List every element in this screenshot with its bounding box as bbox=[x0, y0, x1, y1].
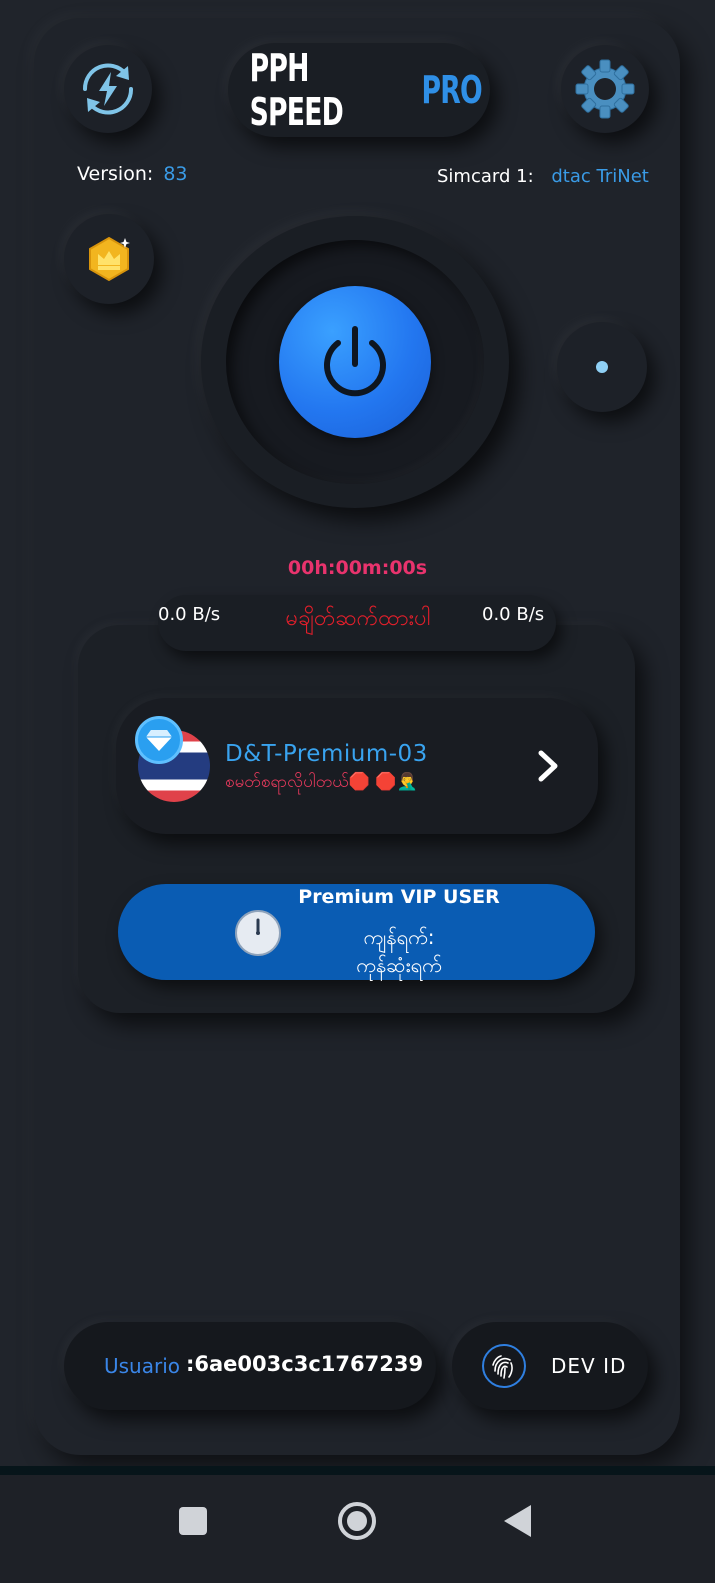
refresh-bolt-icon bbox=[82, 63, 134, 115]
diamond-badge-icon bbox=[135, 716, 183, 764]
user-label: Usuario bbox=[104, 1354, 181, 1378]
app-title-accent: PRO bbox=[421, 68, 482, 112]
home-circle-icon[interactable] bbox=[336, 1500, 378, 1542]
app-title-pill: PPH SPEED PRO bbox=[228, 43, 490, 137]
refresh-bolt-button[interactable] bbox=[64, 45, 152, 133]
power-icon bbox=[324, 326, 386, 397]
chevron-right-icon[interactable] bbox=[535, 748, 563, 784]
vip-expiry: ကုန်ဆုံးရက် bbox=[356, 953, 442, 977]
version-info: Version: 83 bbox=[77, 163, 188, 185]
fingerprint-icon bbox=[482, 1344, 526, 1388]
crown-button[interactable] bbox=[64, 214, 154, 304]
vip-title: Premium VIP USER bbox=[298, 886, 500, 908]
app-title: PPH SPEED bbox=[249, 46, 344, 134]
simcard-value: dtac TriNet bbox=[551, 166, 649, 187]
settings-button[interactable] bbox=[561, 45, 649, 133]
power-button[interactable] bbox=[279, 286, 431, 438]
user-id-value: :6ae003c3c1767239 bbox=[186, 1352, 424, 1376]
crown-badge-icon bbox=[89, 236, 130, 282]
recents-square-icon[interactable] bbox=[177, 1505, 209, 1537]
back-triangle-icon[interactable] bbox=[501, 1503, 535, 1539]
dot-indicator-icon bbox=[596, 361, 608, 373]
connection-timer: 00h:00m:00s bbox=[287, 557, 428, 579]
vip-days-left: ကျန်ရက်: bbox=[363, 925, 435, 949]
download-speed: 0.0 B/s bbox=[482, 604, 545, 625]
version-value: 83 bbox=[163, 163, 188, 185]
gear-icon bbox=[575, 59, 635, 119]
side-indicator-button[interactable] bbox=[557, 322, 647, 412]
simcard-info: Simcard 1: dtac TriNet bbox=[437, 166, 649, 187]
version-label: Version: bbox=[77, 163, 154, 185]
nav-divider bbox=[0, 1466, 715, 1475]
dev-id-label: DEV ID bbox=[551, 1354, 627, 1378]
server-name: D&T-Premium-03 bbox=[225, 741, 428, 767]
server-subtitle: စမတ်စရာလိုပါတယ်🛑 🛑🤦‍♂️ bbox=[225, 772, 418, 792]
simcard-label: Simcard 1: bbox=[437, 166, 534, 187]
upload-speed: 0.0 B/s bbox=[158, 604, 221, 625]
connection-status: မချိတ်ဆက်ထားပါ bbox=[285, 606, 431, 631]
